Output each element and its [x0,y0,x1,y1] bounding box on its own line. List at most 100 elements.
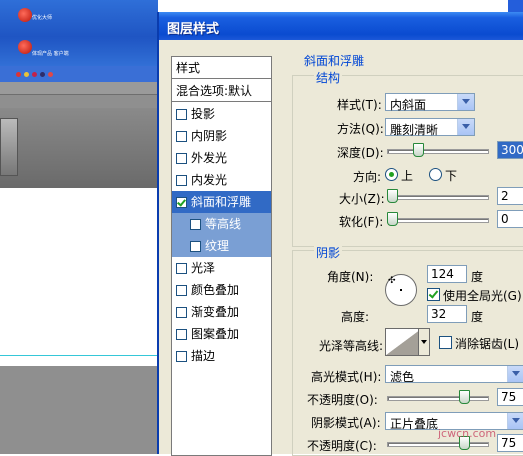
background-app-button[interactable] [0,118,18,176]
highlight-mode-value: 滤色 [390,370,415,384]
soften-slider-track[interactable] [387,218,489,223]
soften-input[interactable]: 0 [497,210,523,228]
depth-slider-thumb[interactable] [413,143,424,157]
product-client-app-icon[interactable] [18,40,32,54]
tray-icon[interactable] [16,72,21,77]
style-effect-label: 颜色叠加 [191,283,240,297]
shadow-opacity-label: 不透明度(C): [307,439,377,453]
contour-curve-icon [386,329,421,355]
optimizer-app-label: 优化大师 [32,15,53,21]
style-effect-item[interactable]: 图案叠加 [172,323,271,345]
optimizer-app-icon[interactable] [18,8,32,22]
depth-slider-track[interactable] [387,149,489,154]
style-effect-checkbox[interactable] [176,152,187,164]
style-effect-item[interactable]: 投影 [172,103,271,125]
global-light-checkbox[interactable] [427,288,440,301]
highlight-opacity-thumb[interactable] [459,390,470,404]
altitude-label: 高度: [341,310,370,324]
style-effect-checkbox[interactable] [176,328,187,340]
highlight-opacity-label: 不透明度(O): [307,393,378,407]
anti-alias-label[interactable]: 消除锯齿(L) [455,335,519,352]
style-effect-label: 投影 [191,107,216,121]
altitude-degree-unit: 度 [471,310,484,324]
chevron-down-icon[interactable] [457,94,474,110]
chevron-down-icon[interactable] [507,366,523,382]
style-effect-checkbox[interactable] [176,262,187,274]
style-effect-item[interactable]: 纹理 [172,235,271,257]
bevel-style-value: 内斜面 [390,98,427,112]
bevel-emboss-section-title: 斜面和浮雕 [304,54,365,68]
style-effect-item[interactable]: 光泽 [172,257,271,279]
chevron-down-icon[interactable] [457,119,474,135]
style-effect-item[interactable]: 渐变叠加 [172,301,271,323]
anti-alias-checkbox[interactable] [439,336,452,349]
soften-slider-thumb[interactable] [387,212,398,226]
style-effect-label: 内阴影 [191,129,228,143]
style-effect-item[interactable]: 描边 [172,345,271,367]
style-effect-label: 光泽 [191,261,216,275]
style-effect-checkbox[interactable] [176,196,187,208]
soften-label: 软化(F): [339,215,384,229]
angle-dial[interactable]: ✣ [385,274,417,306]
direction-label: 方向: [353,170,382,184]
depth-input[interactable]: 300 [497,141,523,159]
style-effect-item[interactable]: 外发光 [172,147,271,169]
shadow-mode-value: 正片叠底 [390,417,439,431]
direction-down-label[interactable]: 下 [445,167,457,184]
canvas-guide-line [0,355,158,356]
technique-select[interactable]: 雕刻清晰 [385,118,475,137]
tray-icon[interactable] [24,72,29,77]
blending-options-item[interactable]: 混合选项:默认 [172,80,271,102]
gloss-contour-preview[interactable] [385,328,422,356]
style-effect-label: 斜面和浮雕 [191,195,252,209]
style-effect-item[interactable]: 斜面和浮雕 [172,191,271,213]
chevron-down-icon[interactable] [507,413,523,429]
highlight-mode-select[interactable]: 滤色 [385,365,523,384]
bevel-style-select[interactable]: 内斜面 [385,93,475,112]
depth-label: 深度(D): [337,146,384,160]
layer-style-dialog: 图层样式 样式 混合选项:默认 投影 内阴影 外发光 内发光 斜面和浮雕 等高线 纹理 光泽颜… [157,12,523,456]
direction-up-radio[interactable] [385,168,398,181]
gloss-contour-label: 光泽等高线: [319,339,384,353]
size-slider-thumb[interactable] [387,189,398,203]
style-effect-checkbox[interactable] [176,350,187,362]
angle-input[interactable]: 124 [427,265,467,283]
crosshair-icon: ✣ [388,276,396,286]
highlight-opacity-track[interactable] [387,396,489,401]
angle-dial-center [400,289,402,291]
direction-down-radio[interactable] [429,168,442,181]
contour-dropdown-button[interactable] [418,328,430,356]
altitude-input[interactable]: 32 [427,305,467,323]
direction-up-label[interactable]: 上 [401,167,413,184]
dialog-title-bar[interactable]: 图层样式 [159,12,523,40]
structure-group-title: 结构 [314,69,343,86]
style-effect-item[interactable]: 颜色叠加 [172,279,271,301]
angle-degree-unit: 度 [471,270,484,284]
tray-icon[interactable] [40,72,45,77]
global-light-label[interactable]: 使用全局光(G) [443,287,522,304]
style-effect-checkbox[interactable] [176,306,187,318]
style-effect-checkbox[interactable] [176,284,187,296]
highlight-opacity-input[interactable]: 75 [497,388,523,406]
dialog-title: 图层样式 [167,22,220,37]
style-effect-checkbox[interactable] [176,174,187,186]
style-effect-label: 内发光 [191,173,228,187]
style-effect-item[interactable]: 内阴影 [172,125,271,147]
background-canvas [0,188,158,366]
style-effect-checkbox[interactable] [176,108,187,120]
style-effect-checkbox[interactable] [190,240,201,252]
styles-list-header[interactable]: 样式 [172,57,271,79]
shadow-opacity-track[interactable] [387,442,489,447]
tray-icon[interactable] [48,72,53,77]
size-input[interactable]: 2 [497,187,523,205]
tray-icon[interactable] [32,72,37,77]
style-effect-item[interactable]: 内发光 [172,169,271,191]
style-effect-label: 图案叠加 [191,327,240,341]
shadow-opacity-input[interactable]: 75 [497,434,523,452]
style-effect-checkbox[interactable] [176,130,187,142]
style-effect-checkbox[interactable] [190,218,201,230]
style-effect-label: 渐变叠加 [191,305,240,319]
size-slider-track[interactable] [387,195,489,200]
taskbar-strip [0,66,158,82]
style-effect-item[interactable]: 等高线 [172,213,271,235]
